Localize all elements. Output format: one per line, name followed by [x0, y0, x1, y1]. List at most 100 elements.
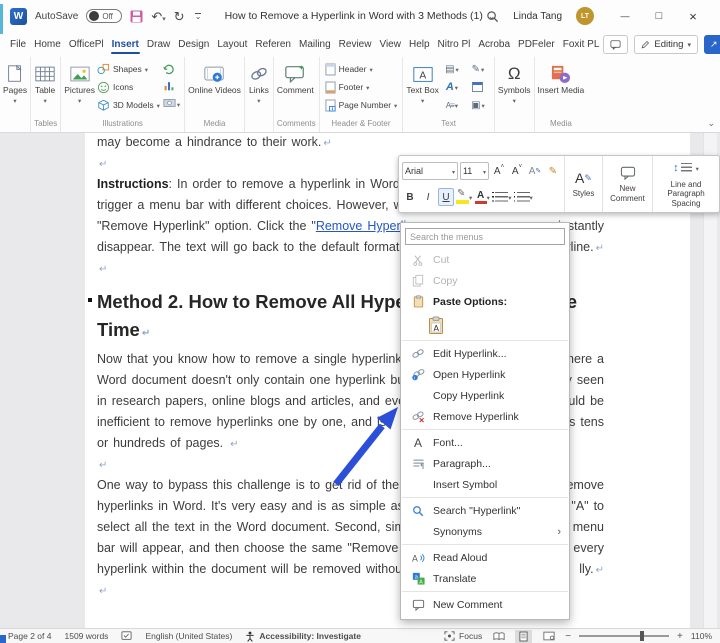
highlight-color-button[interactable] [456, 188, 472, 206]
close-button[interactable] [676, 9, 710, 24]
quick-parts-button[interactable] [439, 60, 465, 78]
drop-cap-button[interactable] [439, 96, 465, 114]
menu-item-read-aloud[interactable]: A Read Aloud [401, 547, 569, 568]
editing-mode-button[interactable]: Editing [634, 35, 698, 54]
tab-home[interactable]: Home [30, 35, 65, 54]
3d-models-button[interactable]: 3D Models [95, 96, 162, 114]
save-icon[interactable] [130, 10, 143, 23]
links-button[interactable]: Links [248, 60, 270, 106]
styles-button[interactable]: Styles [565, 156, 603, 212]
menu-item-edit-hyperlink[interactable]: Edit Hyperlink... [401, 343, 569, 364]
menu-item-paragraph[interactable]: ¶ Paragraph... [401, 453, 569, 474]
tab-nitro[interactable]: Nitro Pl [434, 35, 475, 54]
zoom-slider[interactable] [579, 635, 669, 637]
hyperlink-text[interactable]: Remove Hyperlin [316, 219, 413, 233]
wordart-button[interactable] [439, 78, 465, 96]
tab-pdfelement[interactable]: PDFeler [514, 35, 559, 54]
tab-review[interactable]: Review [335, 35, 376, 54]
customize-quick-access-icon[interactable] [195, 13, 202, 20]
tab-insert[interactable]: Insert [108, 35, 143, 54]
numbering-button[interactable] [514, 188, 533, 206]
menu-item-translate[interactable]: aA Translate [401, 568, 569, 589]
tab-officepl[interactable]: OfficePl [65, 35, 108, 54]
menu-item-search-hyperlink[interactable]: Search "Hyperlink" [401, 500, 569, 521]
collapse-ribbon-icon[interactable] [707, 118, 715, 129]
zoom-level[interactable]: 110% [691, 631, 712, 641]
proofing-icon[interactable] [121, 631, 132, 641]
footer-button[interactable]: Footer [323, 78, 400, 96]
new-comment-button[interactable]: New Comment [603, 156, 653, 212]
format-painter-button[interactable] [545, 162, 561, 180]
grow-font-button[interactable] [491, 162, 507, 180]
page-indicator[interactable]: Page 2 of 4 [8, 631, 51, 641]
undo-button[interactable]: ▾ [151, 10, 165, 23]
icons-button[interactable]: Icons [95, 78, 162, 96]
date-time-button[interactable] [465, 78, 491, 96]
online-videos-button[interactable]: Online Videos [188, 60, 241, 96]
screenshot-button[interactable] [163, 96, 180, 110]
signature-line-button[interactable] [465, 60, 491, 78]
avatar[interactable]: LT [576, 7, 594, 25]
tab-foxit[interactable]: Foxit PL [559, 35, 604, 54]
tab-layout[interactable]: Layout [213, 35, 251, 54]
menu-item-insert-symbol[interactable]: Insert Symbol [401, 474, 569, 495]
text-effects-button[interactable] [527, 162, 543, 180]
word-count[interactable]: 1509 words [64, 631, 108, 641]
print-layout-button[interactable] [515, 630, 532, 643]
tab-draw[interactable]: Draw [143, 35, 174, 54]
menu-item-synonyms[interactable]: Synonyms [401, 521, 569, 542]
menu-item-font[interactable]: Font... [401, 432, 569, 453]
bold-button[interactable]: B [402, 188, 418, 206]
tab-design[interactable]: Design [174, 35, 213, 54]
menu-search-input[interactable] [405, 228, 565, 245]
shrink-font-button[interactable] [509, 162, 525, 180]
paste-keep-text-button[interactable]: A [401, 312, 569, 338]
accessibility-status[interactable]: Accessibility: Investigate [245, 631, 361, 642]
tab-acrobat[interactable]: Acroba [474, 35, 514, 54]
comments-toggle-button[interactable] [603, 35, 628, 54]
read-mode-button[interactable] [490, 630, 507, 643]
zoom-out-button[interactable]: − [565, 631, 571, 642]
line-spacing-button[interactable]: Line and Paragraph Spacing [653, 156, 719, 212]
tab-help[interactable]: Help [405, 35, 434, 54]
pictures-button[interactable]: Pictures [64, 60, 95, 106]
table-button[interactable]: Table [34, 60, 56, 106]
maximize-button[interactable] [642, 10, 676, 22]
zoom-in-button[interactable]: + [677, 631, 683, 642]
web-layout-button[interactable] [540, 630, 557, 643]
font-color-button[interactable] [474, 188, 490, 206]
header-button[interactable]: Header [323, 60, 400, 78]
autosave-toggle[interactable]: Off [86, 9, 122, 23]
bullets-button[interactable] [492, 188, 511, 206]
menu-item-copy-hyperlink[interactable]: Copy Hyperlink [401, 385, 569, 406]
object-button[interactable] [465, 96, 491, 114]
language-indicator[interactable]: English (United States) [145, 631, 232, 641]
menu-item-new-comment[interactable]: New Comment [401, 594, 569, 615]
text-box-button[interactable]: A Text Box [406, 60, 439, 106]
minimize-button[interactable] [608, 10, 642, 22]
focus-mode-button[interactable]: Focus [444, 631, 482, 641]
redo-button[interactable] [174, 10, 185, 23]
tab-file[interactable]: File [6, 35, 30, 54]
font-name-combobox[interactable]: Arial [402, 162, 458, 180]
page-number-button[interactable]: Page Number [323, 96, 400, 114]
menu-item-remove-hyperlink[interactable]: Remove Hyperlink [401, 406, 569, 427]
menu-item-open-hyperlink[interactable]: i Open Hyperlink [401, 364, 569, 385]
insert-media-button[interactable]: Insert Media [538, 60, 585, 96]
italic-button[interactable]: I [420, 188, 436, 206]
comment-button[interactable]: Comment [277, 60, 314, 96]
tab-mailings[interactable]: Mailing [295, 35, 335, 54]
underline-button[interactable]: U [438, 188, 454, 206]
shapes-button[interactable]: Shapes [95, 60, 162, 78]
tab-references[interactable]: Referen [251, 35, 295, 54]
zoom-slider-knob[interactable] [640, 631, 644, 641]
document-title[interactable]: How to Remove a Hyperlink in Word with 3… [225, 0, 496, 32]
tab-view[interactable]: View [375, 35, 405, 54]
user-name[interactable]: Linda Tang [513, 11, 562, 22]
share-button[interactable] [704, 35, 720, 54]
reuse-files-button[interactable] [163, 62, 180, 76]
symbols-button[interactable]: Symbols [498, 60, 531, 106]
font-size-combobox[interactable]: 11 [460, 162, 489, 180]
chart-button[interactable] [163, 79, 180, 93]
pages-button[interactable]: Pages [3, 60, 27, 106]
